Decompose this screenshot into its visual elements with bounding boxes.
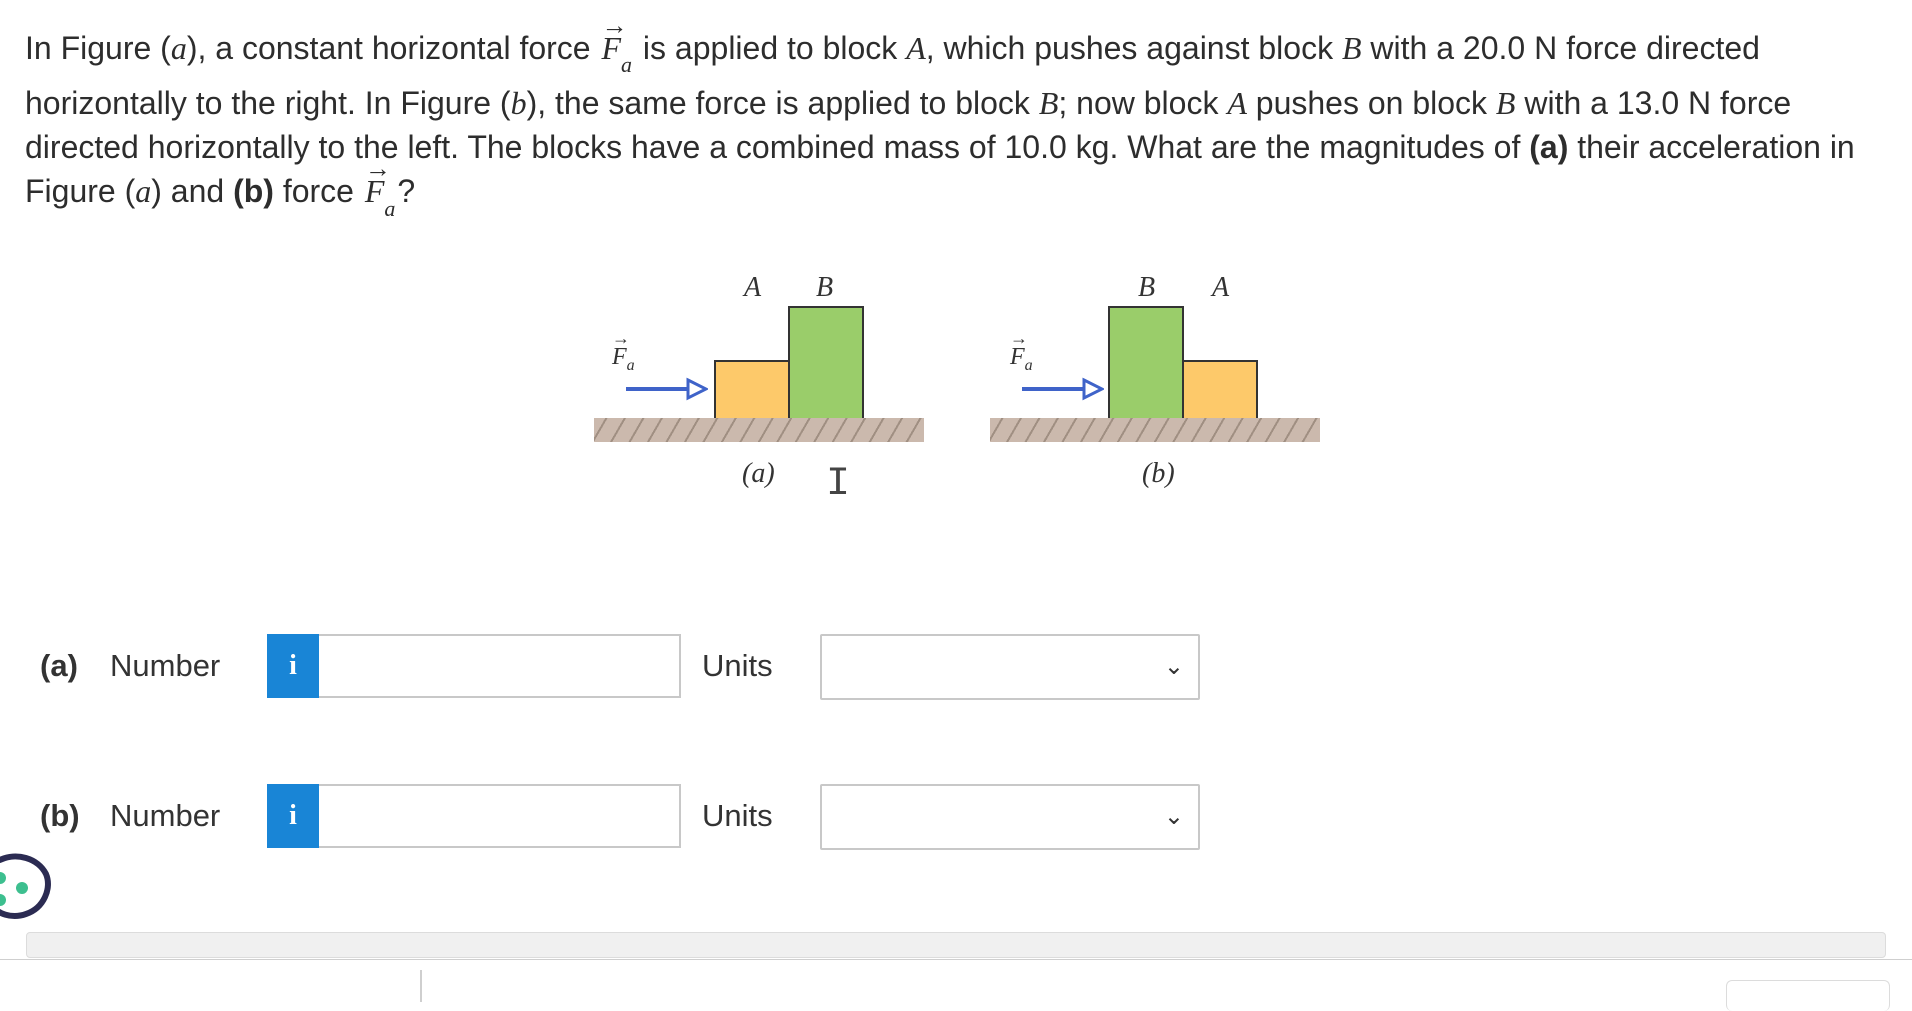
chevron-down-icon: ⌄ (1163, 653, 1184, 680)
force-vector-symbol: → Fa (364, 154, 396, 221)
figure-b-caption: (b) (1142, 458, 1175, 489)
number-input-a[interactable] (319, 634, 681, 698)
figure-a-force-arrow-icon (626, 377, 708, 401)
figure-b-force-label: → Fa (1010, 328, 1033, 374)
question-text: In Figure (a), a constant horizontal for… (25, 11, 1885, 225)
part-label: (a) (40, 648, 78, 683)
chevron-down-icon: ⌄ (1163, 803, 1184, 830)
figure-a-caption: (a) (742, 458, 775, 489)
figure-b-ground (990, 418, 1320, 442)
force-vector-symbol: → Fa (601, 11, 633, 78)
number-label: Number (110, 648, 221, 683)
figure-a-block-b (788, 306, 864, 420)
figure-b-block-b-label: B (1138, 272, 1156, 303)
figure-b-block-b (1108, 306, 1184, 420)
units-select-a[interactable]: ⌄ (820, 634, 1200, 700)
part-label: (b) (40, 798, 80, 833)
answer-row-a: (a) Number i Units ⌄ (40, 634, 1240, 700)
units-label: Units (702, 648, 773, 683)
text-cursor-icon: I (826, 462, 851, 507)
units-label: Units (702, 798, 773, 833)
info-icon[interactable]: i (267, 634, 319, 698)
cookie-settings-icon[interactable] (0, 848, 52, 928)
figure-a-block-a-label: A (744, 272, 762, 303)
figure-b-block-a-label: A (1212, 272, 1230, 303)
units-select-b[interactable]: ⌄ (820, 784, 1200, 850)
figure-a-force-label: → Fa (612, 328, 635, 374)
divider (0, 959, 1912, 960)
figure-a-block-a (714, 360, 792, 420)
info-icon[interactable]: i (267, 784, 319, 848)
physics-figure: A B → Fa (a) B A → Fa (b) (590, 262, 1330, 502)
bottom-toolbar (26, 932, 1886, 958)
number-label: Number (110, 798, 221, 833)
bottom-right-button[interactable] (1726, 980, 1890, 1011)
figure-a-block-b-label: B (816, 272, 834, 303)
figure-a-ground (594, 418, 924, 442)
number-input-b[interactable] (319, 784, 681, 848)
figure-b-force-arrow-icon (1022, 377, 1104, 401)
divider (420, 970, 422, 1002)
answer-row-b: (b) Number i Units ⌄ (40, 784, 1240, 850)
figure-b-block-a (1182, 360, 1258, 420)
